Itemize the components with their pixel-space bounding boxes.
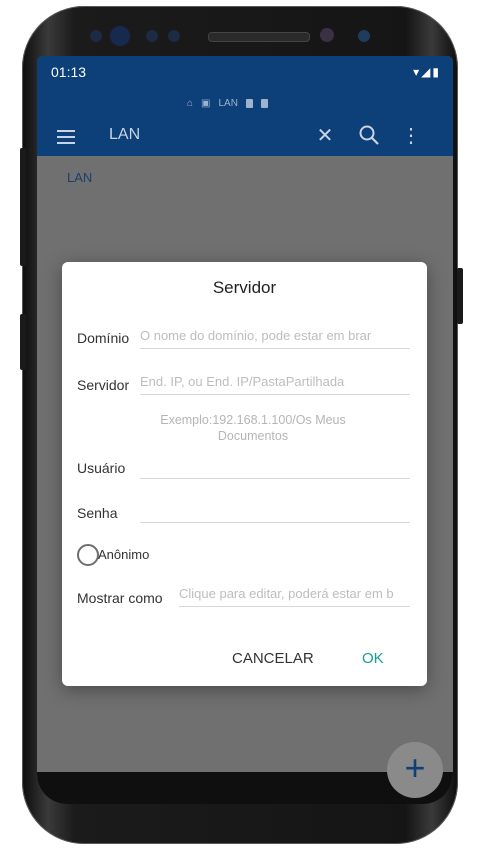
breadcrumb-label[interactable]: LAN bbox=[219, 98, 238, 109]
front-camera-icon bbox=[110, 26, 130, 46]
server-input[interactable]: End. IP, ou End. IP/PastaPartilhada bbox=[140, 374, 410, 395]
user-input[interactable] bbox=[140, 458, 410, 479]
server-dialog: Servidor Domínio O nome do domínio, pode… bbox=[62, 262, 427, 686]
menu-icon[interactable] bbox=[57, 130, 75, 144]
anonymous-radio[interactable] bbox=[77, 544, 99, 566]
side-button-left-1 bbox=[20, 148, 26, 266]
trash-icon[interactable] bbox=[260, 99, 268, 108]
cancel-button[interactable]: CANCELAR bbox=[232, 650, 314, 667]
ok-button[interactable]: OK bbox=[362, 650, 384, 667]
sensor-dot bbox=[146, 30, 158, 42]
search-icon[interactable] bbox=[357, 124, 381, 148]
iris-sensor bbox=[358, 30, 370, 42]
server-label: Servidor bbox=[77, 377, 130, 393]
domain-input[interactable]: O nome do domínio, pode estar em brar bbox=[140, 328, 410, 349]
display-as-input[interactable]: Clique para editar, poderá estar em b bbox=[179, 586, 410, 607]
app-title: LAN bbox=[109, 126, 141, 143]
sensor-dot bbox=[90, 30, 102, 42]
sensor-dot bbox=[168, 30, 180, 42]
anonymous-label[interactable]: Anônimo bbox=[98, 547, 149, 562]
earpiece-speaker bbox=[208, 32, 310, 42]
storage-icon[interactable]: ▣ bbox=[201, 98, 210, 109]
status-icons: ▾◢▮ bbox=[413, 65, 441, 79]
server-example-hint: Exemplo:192.168.1.100/Os Meus Documentos bbox=[160, 413, 346, 443]
status-bar: 01:13 ▾◢▮ bbox=[37, 56, 453, 88]
home-icon[interactable]: ⌂ bbox=[187, 98, 193, 109]
side-button-left-2 bbox=[20, 314, 26, 370]
password-input[interactable] bbox=[140, 502, 410, 523]
app-bar: ⌂ ▣ LAN LAN ✕ ⋮ bbox=[37, 88, 453, 156]
current-path-label[interactable]: LAN bbox=[67, 170, 92, 185]
close-icon[interactable]: ✕ bbox=[313, 124, 337, 148]
domain-label: Domínio bbox=[77, 330, 130, 346]
user-label: Usuário bbox=[77, 460, 126, 476]
sd-card-icon[interactable] bbox=[245, 99, 253, 108]
side-button-right bbox=[457, 268, 463, 324]
dialog-title: Servidor bbox=[212, 278, 277, 297]
password-label: Senha bbox=[77, 505, 118, 521]
status-time: 01:13 bbox=[51, 64, 87, 80]
breadcrumb: ⌂ ▣ LAN bbox=[187, 98, 268, 109]
display-as-label: Mostrar como bbox=[77, 590, 163, 606]
proximity-sensor bbox=[320, 28, 334, 42]
more-vert-icon[interactable]: ⋮ bbox=[399, 124, 423, 148]
add-fab-button[interactable]: + bbox=[387, 742, 443, 798]
